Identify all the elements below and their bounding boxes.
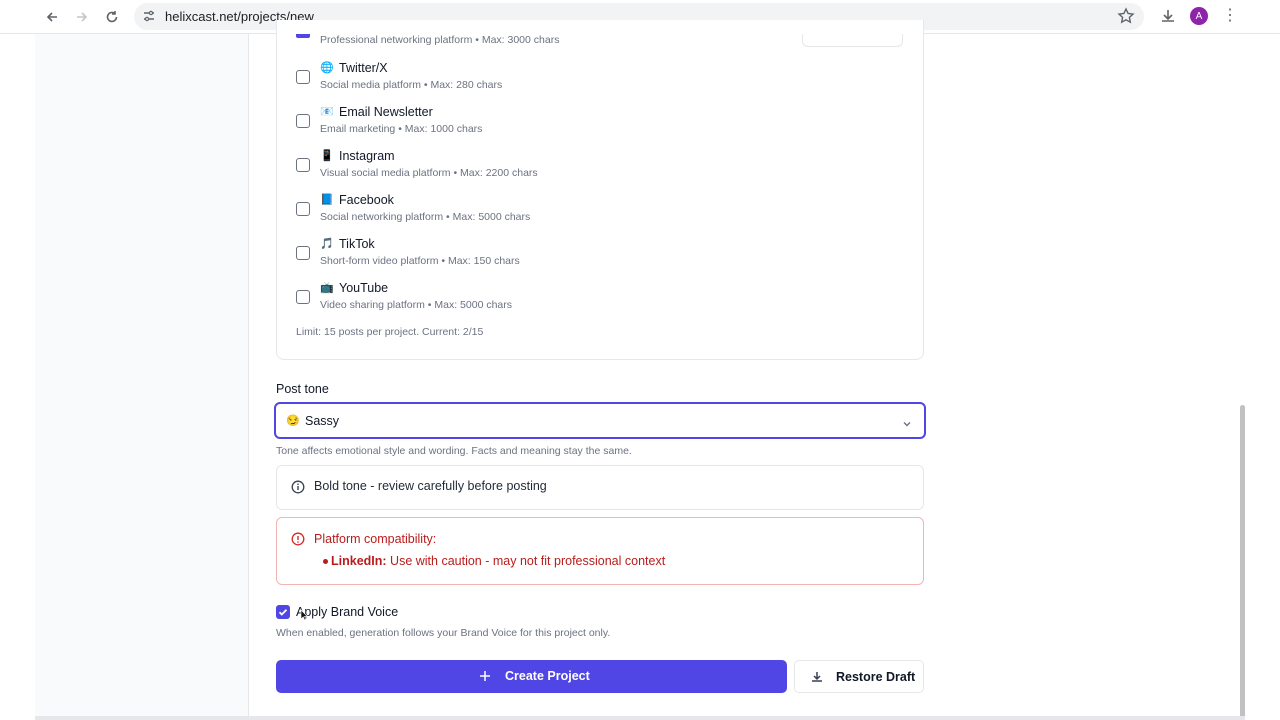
mouse-cursor-icon: [300, 608, 309, 621]
platform-item-email[interactable]: 📧 Email Newsletter Email marketing • Max…: [296, 105, 896, 145]
email-checkbox[interactable]: [296, 114, 310, 128]
platform-description: Social media platform • Max: 280 chars: [320, 79, 503, 91]
warning-bullet: [323, 559, 328, 564]
envelope-icon: 📧: [320, 106, 334, 118]
platform-description: Short-form video platform • Max: 150 cha…: [320, 255, 520, 267]
restore-draft-label: Restore Draft: [836, 670, 916, 684]
alert-circle-icon: [291, 532, 305, 546]
linkedin-checkbox[interactable]: [296, 34, 310, 38]
platform-item-tiktok[interactable]: 🎵 TikTok Short-form video platform • Max…: [296, 237, 896, 277]
download-icon[interactable]: [1159, 7, 1177, 25]
globe-icon: 🌐: [320, 62, 334, 74]
brand-voice-label[interactable]: Apply Brand Voice: [296, 605, 398, 619]
info-icon: [291, 480, 305, 494]
platform-name: Twitter/X: [339, 61, 388, 75]
tone-help-text: Tone affects emotional style and wording…: [276, 445, 632, 457]
create-project-button[interactable]: Create Project: [276, 660, 787, 693]
post-limit-text: Limit: 15 posts per project. Current: 2/…: [296, 326, 484, 338]
post-tone-select[interactable]: 😏 Sassy: [274, 402, 926, 439]
page-right-gutter: [1245, 34, 1280, 720]
platform-item-facebook[interactable]: 📘 Facebook Social networking platform • …: [296, 193, 896, 233]
tv-icon: 📺: [320, 282, 334, 294]
page-bottom-edge: [35, 716, 1245, 720]
warning-title: Platform compatibility:: [314, 532, 437, 546]
profile-avatar[interactable]: A: [1190, 7, 1208, 25]
page-left-gutter: [0, 34, 35, 720]
smirk-icon: 😏: [286, 415, 300, 427]
facebook-checkbox[interactable]: [296, 202, 310, 216]
twitter-checkbox[interactable]: [296, 70, 310, 84]
tone-info-notice: Bold tone - review carefully before post…: [276, 465, 924, 510]
linkedin-description: Professional networking platform • Max: …: [320, 34, 560, 46]
platform-name: Email Newsletter: [339, 105, 433, 119]
checkmark-icon: [278, 609, 288, 616]
music-note-icon: 🎵: [320, 238, 334, 250]
brand-voice-checkbox[interactable]: [276, 605, 290, 619]
platform-name: TikTok: [339, 237, 375, 251]
info-text: Bold tone - review carefully before post…: [314, 479, 547, 493]
warning-message: Use with caution - may not fit professio…: [390, 554, 666, 568]
youtube-checkbox[interactable]: [296, 290, 310, 304]
browser-menu-icon[interactable]: ⋮: [1222, 7, 1238, 25]
card-action-button[interactable]: [802, 34, 903, 47]
plus-icon: [479, 669, 491, 681]
scrollbar-thumb[interactable]: [1240, 405, 1245, 720]
site-info-icon[interactable]: [142, 9, 156, 23]
sidebar: [35, 34, 249, 718]
post-tone-label: Post tone: [276, 382, 329, 396]
reload-icon[interactable]: [102, 7, 122, 27]
platform-description: Social networking platform • Max: 5000 c…: [320, 211, 531, 223]
restore-draft-button[interactable]: Restore Draft: [794, 660, 924, 693]
forward-icon[interactable]: [72, 7, 92, 27]
warning-platform: LinkedIn:: [331, 554, 387, 568]
warning-item: LinkedIn: Use with caution - may not fit…: [331, 554, 665, 568]
platform-description: Email marketing • Max: 1000 chars: [320, 123, 483, 135]
download-icon: [810, 670, 824, 684]
platform-name: Instagram: [339, 149, 395, 163]
instagram-checkbox[interactable]: [296, 158, 310, 172]
platform-description: Video sharing platform • Max: 5000 chars: [320, 299, 512, 311]
phone-icon: 📱: [320, 150, 334, 162]
tone-selected-value: Sassy: [305, 414, 340, 428]
platform-name: YouTube: [339, 281, 389, 295]
platform-description: Visual social media platform • Max: 2200…: [320, 167, 538, 179]
create-project-label: Create Project: [505, 669, 590, 683]
platform-name: Facebook: [339, 193, 394, 207]
chevron-down-icon: [902, 416, 912, 427]
back-icon[interactable]: [42, 7, 62, 27]
bookmark-star-icon[interactable]: [1117, 7, 1135, 25]
platform-item-twitter[interactable]: 🌐 Twitter/X Social media platform • Max:…: [296, 61, 896, 101]
platform-compatibility-warning: Platform compatibility: LinkedIn: Use wi…: [276, 517, 924, 585]
tiktok-checkbox[interactable]: [296, 246, 310, 260]
book-icon: 📘: [320, 194, 334, 206]
platform-item-instagram[interactable]: 📱 Instagram Visual social media platform…: [296, 149, 896, 189]
brand-voice-help-text: When enabled, generation follows your Br…: [276, 627, 611, 639]
platform-item-youtube[interactable]: 📺 YouTube Video sharing platform • Max: …: [296, 281, 896, 321]
